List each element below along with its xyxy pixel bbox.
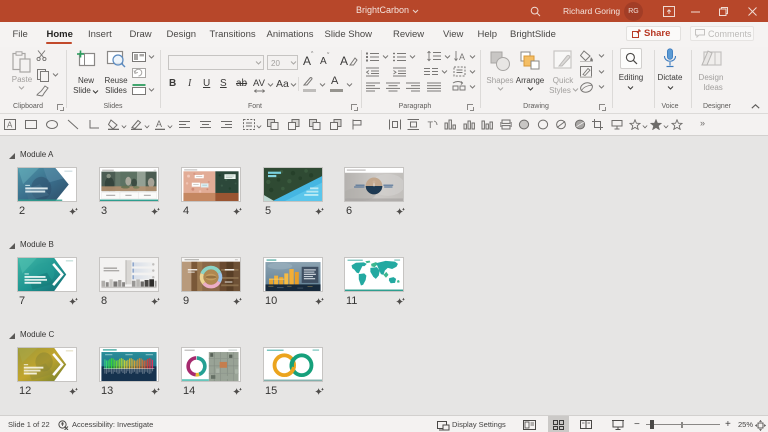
- svg-text:A: A: [156, 119, 162, 129]
- svg-text:A: A: [7, 121, 13, 130]
- svg-text:A: A: [459, 52, 465, 62]
- svg-text:T: T: [428, 120, 434, 130]
